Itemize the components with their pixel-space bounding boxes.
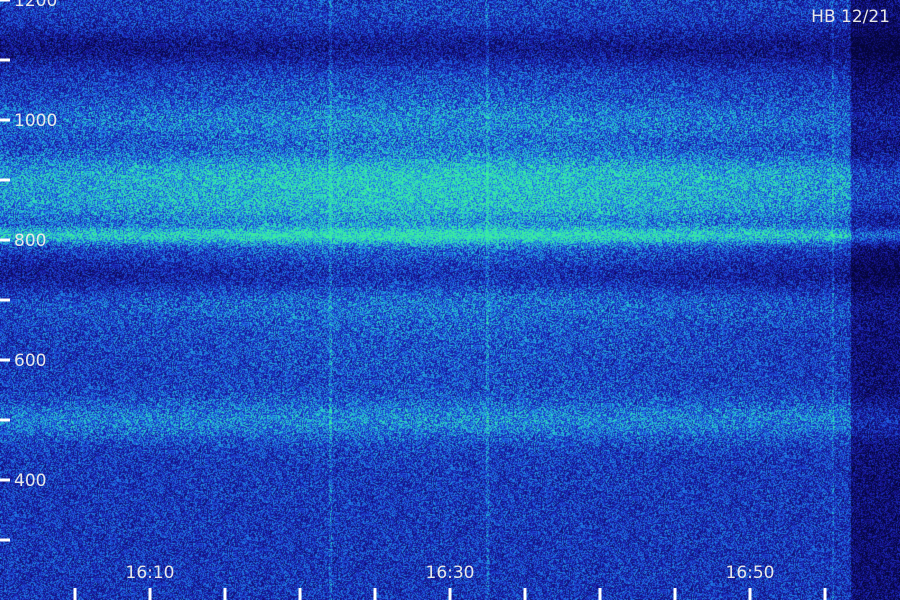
y-tick-label: 1000 bbox=[14, 111, 57, 131]
spectrogram-chart: 1200 1000 800 600 400 16:10 16:30 16:50 HB 12/21 bbox=[0, 0, 900, 600]
y-tick-label: 600 bbox=[14, 351, 46, 371]
x-tick-label: 16:30 bbox=[426, 563, 475, 583]
x-tick-label: 16:10 bbox=[126, 563, 175, 583]
y-tick-label: 1200 bbox=[14, 0, 57, 11]
spectrogram-raster bbox=[0, 0, 900, 600]
y-tick-label: 400 bbox=[14, 471, 46, 491]
station-label: HB 12/21 bbox=[811, 7, 890, 27]
y-tick-label: 800 bbox=[14, 231, 46, 251]
x-tick-label: 16:50 bbox=[726, 563, 775, 583]
spectrogram-plot: 1200 1000 800 600 400 16:10 16:30 16:50 HB 12/21 bbox=[0, 0, 900, 600]
